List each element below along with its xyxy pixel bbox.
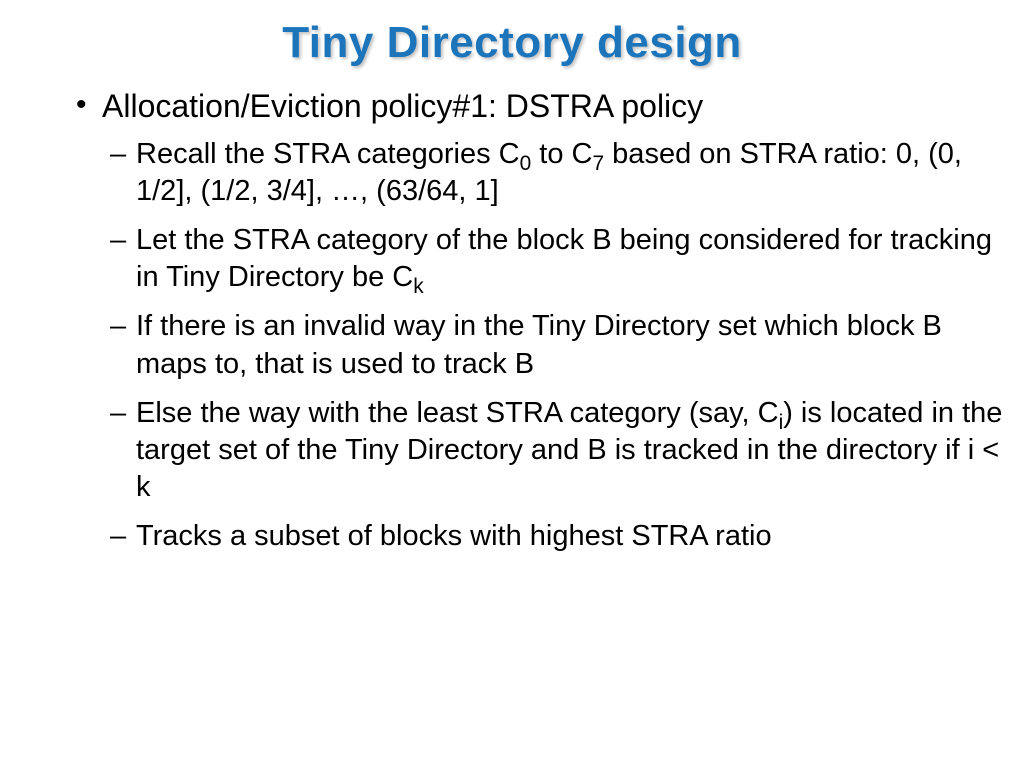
slide-title: Tiny Directory design [20, 18, 1004, 68]
subscript: 0 [520, 152, 532, 175]
bullet-level2: Let the STRA category of the block B bei… [110, 222, 1004, 296]
bullet-level2: Tracks a subset of blocks with highest S… [110, 518, 1004, 555]
bullet-level2: Recall the STRA categories C0 to C7 base… [110, 136, 1004, 210]
bullet-level1: Allocation/Eviction policy#1: DSTRA poli… [76, 86, 1004, 126]
text-fragment: Recall the STRA categories C [136, 138, 520, 170]
bullet-level2: Else the way with the least STRA categor… [110, 395, 1004, 506]
subscript: k [413, 275, 423, 298]
text-fragment: to C [531, 138, 592, 170]
text-fragment: Let the STRA category of the block B bei… [136, 224, 992, 293]
subscript: 7 [593, 152, 605, 175]
text-fragment: Else the way with the least STRA categor… [136, 397, 779, 429]
bullet-level2: If there is an invalid way in the Tiny D… [110, 308, 1004, 382]
